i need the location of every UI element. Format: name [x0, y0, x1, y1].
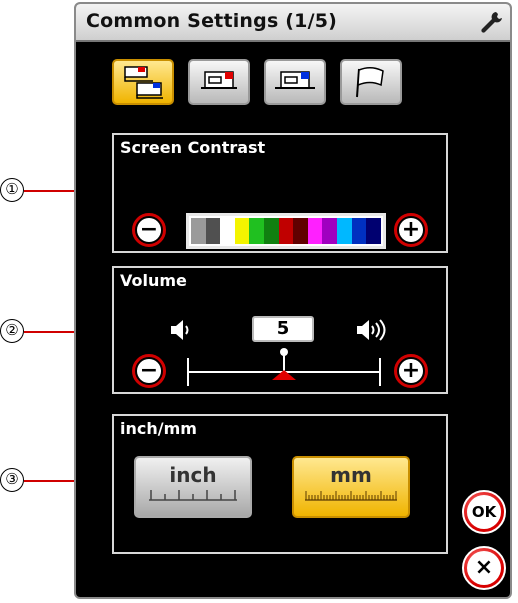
close-button[interactable]: × [462, 546, 506, 590]
mm-ruler-icon [305, 491, 397, 501]
close-icon: × [467, 551, 501, 585]
title-bar: Common Settings (1/5) [76, 4, 510, 42]
plus-icon: + [399, 218, 423, 242]
tab-embroidery-settings[interactable] [264, 59, 326, 105]
callout-2: ② [0, 319, 24, 343]
flag-icon [356, 67, 384, 98]
volume-increase-button[interactable]: + [394, 354, 428, 388]
sewing-machine-pair-icon [124, 66, 163, 99]
tab-language-settings[interactable] [340, 59, 402, 105]
volume-slider[interactable] [184, 342, 384, 390]
speaker-high-icon [357, 319, 386, 341]
inch-label: inch [169, 463, 217, 487]
volume-label: Volume [120, 271, 187, 290]
sewing-machine-blue-icon [275, 71, 315, 89]
mm-button[interactable]: mm [292, 456, 410, 518]
contrast-swatch-2 [220, 218, 235, 244]
contrast-swatch-1 [205, 218, 221, 244]
ok-button[interactable]: OK [462, 490, 506, 534]
contrast-increase-button[interactable]: + [394, 213, 428, 247]
units-panel: inch/mm inch mm [112, 414, 448, 554]
wrench-icon [481, 12, 502, 33]
volume-decrease-button[interactable]: − [132, 354, 166, 388]
callout-3: ③ [0, 468, 24, 492]
inch-ruler-icon [149, 490, 237, 501]
window-title: Common Settings (1/5) [86, 10, 338, 32]
minus-icon: − [137, 218, 161, 242]
tab-sewing-settings[interactable] [188, 59, 250, 105]
contrast-swatch-12 [366, 218, 381, 244]
lcd-screen: Common Settings (1/5) Screen Contrast − … [74, 2, 512, 599]
contrast-swatch-6 [278, 218, 294, 244]
contrast-swatch-5 [264, 218, 279, 244]
plus-icon: + [399, 359, 423, 383]
contrast-swatch-0 [191, 218, 206, 244]
callout-1: ① [0, 178, 24, 202]
contrast-swatch-8 [307, 218, 323, 244]
contrast-decrease-button[interactable]: − [132, 213, 166, 247]
volume-panel: Volume 5 − + [112, 266, 448, 394]
sewing-machine-red-icon [201, 71, 237, 89]
contrast-swatch-9 [322, 218, 338, 244]
ok-label: OK [467, 495, 501, 529]
contrast-swatch-4 [249, 218, 265, 244]
contrast-swatch-7 [293, 218, 308, 244]
contrast-swatch-11 [351, 218, 367, 244]
contrast-swatch-10 [337, 218, 352, 244]
contrast-swatch-3 [234, 218, 250, 244]
contrast-level-bar [186, 213, 386, 249]
volume-value: 5 [252, 316, 314, 342]
minus-icon: − [137, 359, 161, 383]
speaker-low-icon [171, 320, 189, 340]
units-label: inch/mm [120, 419, 197, 438]
screen-contrast-label: Screen Contrast [120, 138, 266, 157]
inch-button[interactable]: inch [134, 456, 252, 518]
screen-contrast-panel: Screen Contrast − + [112, 133, 448, 253]
tab-common-settings[interactable] [112, 59, 174, 105]
mm-label: mm [330, 463, 372, 487]
